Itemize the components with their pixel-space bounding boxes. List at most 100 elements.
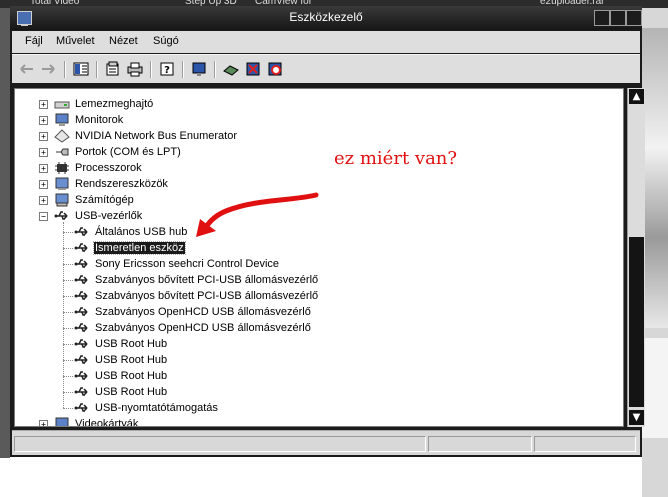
tree-item-label: USB Root Hub (95, 386, 168, 398)
tree-item-usb-device[interactable]: Szabványos bővített PCI-USB állomásvezér… (73, 288, 319, 304)
tree-line (63, 264, 73, 265)
tree-category[interactable]: + Portok (COM és LPT) (39, 144, 182, 160)
tree-item-label: USB-nyomtatótámogatás (95, 402, 218, 414)
tree-item-label: Processzorok (75, 162, 142, 174)
tree-item-usb-device[interactable]: Szabványos bővített PCI-USB állomásvezér… (73, 272, 319, 288)
desktop-background-left (0, 8, 10, 458)
tree-item-label: Szabványos bővített PCI-USB állomásvezér… (95, 290, 319, 302)
menu-bar: Fájl Művelet Nézet Súgó (12, 31, 640, 53)
tree-item-usb-device[interactable]: USB Root Hub (73, 352, 168, 368)
forward-icon[interactable] (39, 60, 57, 78)
expand-toggle[interactable]: + (39, 180, 48, 189)
tree-item-usb-device[interactable]: USB Root Hub (73, 384, 168, 400)
tree-line (63, 312, 73, 313)
expand-toggle[interactable]: + (39, 116, 48, 125)
tree-item-label: USB Root Hub (95, 370, 168, 382)
tree-category[interactable]: + Rendszereszközök (39, 176, 169, 192)
tree-category[interactable]: + Processzorok (39, 160, 143, 176)
expand-toggle[interactable]: + (39, 148, 48, 157)
tree-item-label: USB Root Hub (95, 338, 168, 350)
annotation-arrow (196, 192, 319, 237)
window-title: Eszközkezelő (289, 10, 363, 24)
tree-item-usb-device[interactable]: Általános USB hub (73, 224, 188, 240)
desktop-background-right (642, 8, 668, 497)
tree-item-usb-device[interactable]: USB Root Hub (73, 336, 168, 352)
monitor-icon[interactable] (190, 60, 208, 78)
tree-item-usb-device[interactable]: USB Root Hub (73, 368, 168, 384)
help-icon[interactable]: ? (158, 60, 176, 78)
menu-view[interactable]: Nézet (109, 35, 138, 47)
maximize-button[interactable] (610, 10, 626, 26)
collapse-toggle[interactable]: − (39, 212, 48, 221)
display-adapter-icon (53, 417, 71, 426)
tree-line (63, 232, 73, 233)
annotation-text: ez miért van? (334, 148, 458, 169)
vertical-scrollbar[interactable]: ▲ ▼ (627, 88, 645, 427)
svg-text:?: ? (164, 65, 170, 76)
properties-icon[interactable] (104, 60, 122, 78)
minimize-button[interactable] (594, 10, 610, 26)
tree-category-usb[interactable]: − USB-vezérlők (39, 208, 143, 224)
usb-icon (73, 385, 91, 399)
close-button[interactable] (626, 10, 642, 26)
tree-item-label: USB-vezérlők (75, 210, 143, 222)
usb-icon (73, 353, 91, 367)
tree-line (63, 360, 73, 361)
scroll-down-arrow-icon[interactable]: ▼ (629, 410, 644, 425)
usb-icon (73, 225, 91, 239)
tree-line (63, 328, 73, 329)
tree-line (63, 392, 73, 393)
usb-icon (73, 369, 91, 383)
tree-item-label: Szabványos OpenHCD USB állomásvezérlő (95, 322, 311, 334)
usb-icon (73, 241, 91, 255)
toolbar-separator (64, 61, 66, 78)
uninstall-icon[interactable] (244, 60, 262, 78)
device-tree[interactable]: + Lemezmeghajtó + Monitorok + NVIDIA Network … (14, 88, 624, 427)
tree-category[interactable]: + Monitorok (39, 112, 124, 128)
show-hide-tree-icon[interactable] (72, 60, 90, 78)
usb-icon (73, 289, 91, 303)
tree-item-usb-device[interactable]: USB-nyomtatótámogatás (73, 400, 219, 416)
print-icon[interactable] (126, 60, 144, 78)
tree-item-usb-device[interactable]: Ismeretlen eszköz (73, 240, 186, 256)
scroll-thumb[interactable] (629, 237, 644, 407)
toolbar-separator (96, 61, 98, 78)
tree-item-usb-device[interactable]: Szabványos OpenHCD USB állomásvezérlő (73, 304, 312, 320)
expand-toggle[interactable]: + (39, 132, 48, 141)
tree-item-usb-device[interactable]: Sony Ericsson seehcri Control Device (73, 256, 280, 272)
tree-line (63, 376, 73, 377)
tree-line (63, 222, 64, 408)
computer-icon (53, 193, 71, 207)
menu-help[interactable]: Súgó (153, 35, 179, 47)
tree-item-label: Monitorok (75, 114, 124, 126)
tree-category[interactable]: + Számítógép (39, 192, 135, 208)
tree-item-label: Portok (COM és LPT) (75, 146, 181, 158)
tree-item-label: Rendszereszközök (75, 178, 168, 190)
status-pane (14, 436, 426, 452)
network-bus-icon (53, 129, 71, 143)
scroll-up-arrow-icon[interactable]: ▲ (629, 89, 644, 104)
menu-action[interactable]: Művelet (56, 35, 95, 47)
expand-toggle[interactable]: + (39, 420, 48, 426)
tree-line (63, 408, 73, 409)
update-driver-icon[interactable] (222, 60, 240, 78)
device-manager-window: Eszközkezelő Fájl Művelet Nézet Súgó ? +… (10, 6, 645, 457)
usb-icon (73, 257, 91, 271)
title-bar[interactable]: Eszközkezelő (10, 6, 642, 30)
tree-category[interactable]: + Videokártyák (39, 416, 139, 426)
disable-icon[interactable] (266, 60, 284, 78)
menu-file[interactable]: Fájl (25, 35, 43, 47)
tree-category[interactable]: + Lemezmeghajtó (39, 96, 154, 112)
expand-toggle[interactable]: + (39, 196, 48, 205)
system-device-icon (53, 177, 71, 191)
tree-item-label: Általános USB hub (95, 226, 188, 238)
tree-item-label: Számítógép (75, 194, 134, 206)
disk-drive-icon (53, 97, 71, 111)
expand-toggle[interactable]: + (39, 100, 48, 109)
back-icon[interactable] (18, 60, 36, 78)
tree-category[interactable]: + NVIDIA Network Bus Enumerator (39, 128, 238, 144)
tree-line (63, 296, 73, 297)
tree-item-usb-device[interactable]: Szabványos OpenHCD USB állomásvezérlő (73, 320, 312, 336)
toolbar-separator (150, 61, 152, 78)
expand-toggle[interactable]: + (39, 164, 48, 173)
